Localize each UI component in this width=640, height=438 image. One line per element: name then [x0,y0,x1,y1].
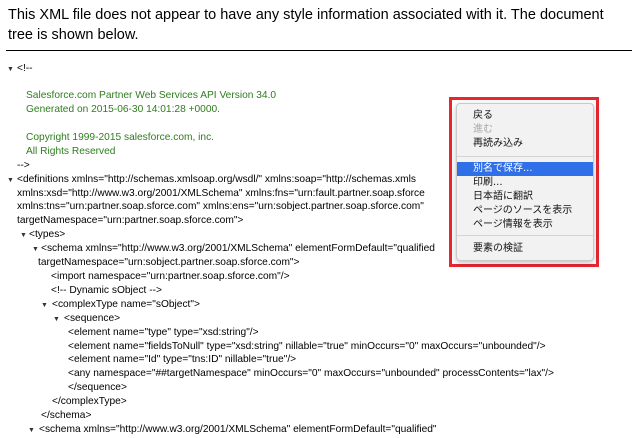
collapse-triangle-icon[interactable]: ▼ [7,63,14,77]
xml-line-text: targetNamespace="urn:partner.soap.sforce… [17,215,244,226]
collapse-triangle-icon[interactable]: ▼ [28,424,35,438]
xml-line-text: <!-- Dynamic sObject --> [51,285,162,296]
collapse-triangle-icon[interactable]: ▼ [20,229,27,243]
xml-line-text: <element name="Id" type="tns:ID" nillabl… [68,354,297,365]
xml-line-text: <element name="fieldsToNull" type="xsd:s… [68,341,546,352]
xml-line-text: targetNamespace="urn:sobject.partner.soa… [38,257,300,268]
xml-line-text: </sequence> [68,382,127,393]
xml-line-text: </complexType> [52,396,127,407]
collapse-triangle-icon[interactable]: ▼ [53,313,60,327]
save-as-menu-item[interactable]: 別名で保存... [457,162,593,176]
print-menu-item[interactable]: 印刷... [457,176,593,190]
xml-line-text: <element name="type" type="xsd:string"/> [68,327,259,338]
xml-line-text: Copyright 1999-2015 salesforce.com, inc. [26,132,215,143]
reload-menu-item[interactable]: 再読み込み [457,137,593,151]
xml-line-text: <schema xmlns="http://www.w3.org/2001/XM… [41,243,435,254]
translate-menu-item[interactable]: 日本語に翻訳 [457,190,593,204]
xml-line-text: Generated on 2015-06-30 14:01:28 +0000. [26,104,221,115]
xml-line-text: <import namespace="urn:partner.soap.sfor… [51,271,290,282]
back-menu-item[interactable]: 戻る [457,109,593,123]
notice-divider [6,50,632,51]
view-source-menu-item[interactable]: ページのソースを表示 [457,204,593,218]
context-menu: 戻る 進む再読み込み別名で保存... 印刷... 日本語に翻訳 ページのソースを表示 ペー… [456,103,594,261]
menu-separator [457,156,593,157]
forward-menu-item: 進む [473,124,493,135]
xml-line-text: xmlns:xsd="http://www.w3.org/2001/XMLSch… [17,188,425,199]
xml-line-text: All Rights Reserved [26,146,116,157]
xml-line-text: <any namespace="##targetNamespace" minOc… [68,368,554,379]
xml-line-text: Salesforce.com Partner Web Services API … [26,90,277,101]
xml-line-text: <complexType name="sObject"> [52,299,200,310]
xml-line-text: xmlns:tns="urn:partner.soap.sforce.com" … [17,201,424,212]
collapse-triangle-icon[interactable]: ▼ [32,243,39,257]
page-info-menu-item[interactable]: ページ情報を表示 [457,218,593,232]
xml-line-text: <sequence> [64,313,121,324]
xml-line-text: <types> [29,229,66,240]
collapse-triangle-icon[interactable]: ▼ [7,174,14,188]
xml-style-notice: This XML file does not appear to have an… [8,7,604,43]
xml-line-text: </schema> [41,410,92,421]
xml-line-text: <!-- [17,63,33,74]
xml-line-text: <schema xmlns="http://www.w3.org/2001/XM… [39,424,437,435]
xml-line-text: --> [17,160,30,171]
collapse-triangle-icon[interactable]: ▼ [41,299,48,313]
xml-line-text: <definitions xmlns="http://schemas.xmlso… [17,174,416,185]
inspect-element-menu-item[interactable]: 要素の検証 [457,242,593,256]
menu-separator [457,235,593,236]
